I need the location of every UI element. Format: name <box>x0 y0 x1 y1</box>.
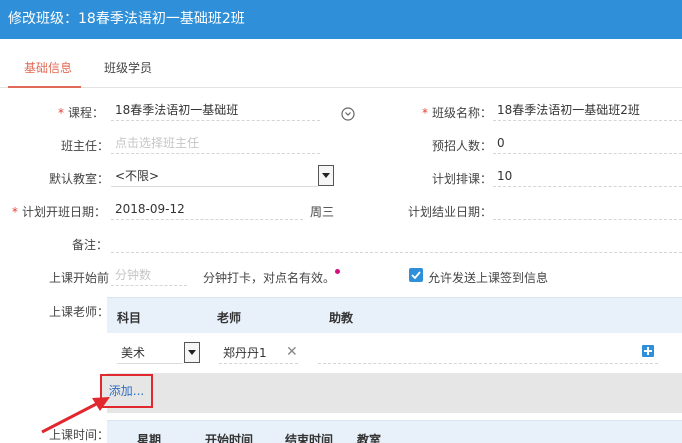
course-label: * 课程： <box>58 106 105 120</box>
course-field[interactable]: 18春季法语初一基础班 <box>111 99 320 121</box>
teachers-grid-header: 科目 老师 助教 <box>107 297 682 333</box>
end-date-label: 计划结业日期： <box>408 205 493 219</box>
tab-basic-info[interactable]: 基础信息 <box>24 59 72 76</box>
class-time-label: 上课时间： <box>49 428 110 442</box>
required-dot <box>335 269 340 274</box>
pre-class-minutes-input[interactable]: 分钟数 <box>111 264 187 286</box>
pre-class-label: 上课开始前 <box>49 271 110 285</box>
page-title: 修改班级：18春季法语初一基础班2班 <box>0 0 682 39</box>
remove-teacher-icon[interactable]: ✕ <box>286 345 298 359</box>
schedule-grid-header: 星期 开始时间 结束时间 教室 <box>107 420 682 443</box>
start-date-label: * 计划开班日期： <box>12 205 107 219</box>
refresh-icon[interactable] <box>341 107 355 121</box>
enroll-count-label: 预招人数： <box>432 139 493 153</box>
header-teacher: 老师 <box>217 311 242 325</box>
teachers-grid-footer <box>107 373 682 413</box>
remark-field[interactable] <box>111 231 682 253</box>
active-tab-indicator <box>8 86 81 88</box>
planned-sessions-label: 计划排课： <box>432 172 493 186</box>
header-subject: 科目 <box>117 311 142 325</box>
head-teacher-field[interactable]: 点击选择班主任 <box>111 132 320 154</box>
subject-select[interactable]: 美术 <box>117 342 183 364</box>
remark-label: 备注： <box>72 238 109 252</box>
add-teacher-button[interactable]: 添加... <box>100 374 153 408</box>
class-name-field[interactable]: 18春季法语初一基础班2班 <box>493 99 682 121</box>
header-end-time: 结束时间 <box>285 433 334 443</box>
allow-checkin-checkbox[interactable] <box>409 268 423 282</box>
class-name-label: * 班级名称： <box>422 106 493 120</box>
start-date-field[interactable]: 2018-09-12 <box>111 198 303 220</box>
header-classroom: 教室 <box>357 433 382 443</box>
default-classroom-select[interactable]: <不限> <box>111 165 318 187</box>
subject-dropdown-button[interactable] <box>184 342 200 363</box>
start-weekday: 周三 <box>310 205 335 219</box>
class-teachers-label: 上课老师： <box>49 305 110 319</box>
allow-checkin-label: 允许发送上课签到信息 <box>428 271 549 285</box>
checkmark-icon <box>411 271 421 279</box>
header-start-time: 开始时间 <box>205 433 254 443</box>
end-date-field[interactable] <box>493 198 682 220</box>
chevron-down-icon <box>188 350 196 355</box>
tab-bar: 基础信息 班级学员 <box>0 39 682 88</box>
header-assistant: 助教 <box>329 311 354 325</box>
planned-sessions-field[interactable]: 10 <box>493 165 682 187</box>
tab-class-students[interactable]: 班级学员 <box>104 59 152 76</box>
assistant-field[interactable] <box>318 342 658 364</box>
pre-class-suffix: 分钟打卡，对点名有效。 <box>203 271 336 285</box>
enroll-count-field[interactable]: 0 <box>493 132 682 154</box>
add-assistant-icon[interactable] <box>642 345 654 357</box>
chevron-down-icon <box>322 173 330 178</box>
header-weekday: 星期 <box>137 433 162 443</box>
head-teacher-label: 班主任： <box>61 139 110 153</box>
default-classroom-label: 默认教室： <box>49 172 110 186</box>
classroom-dropdown-button[interactable] <box>318 165 334 186</box>
